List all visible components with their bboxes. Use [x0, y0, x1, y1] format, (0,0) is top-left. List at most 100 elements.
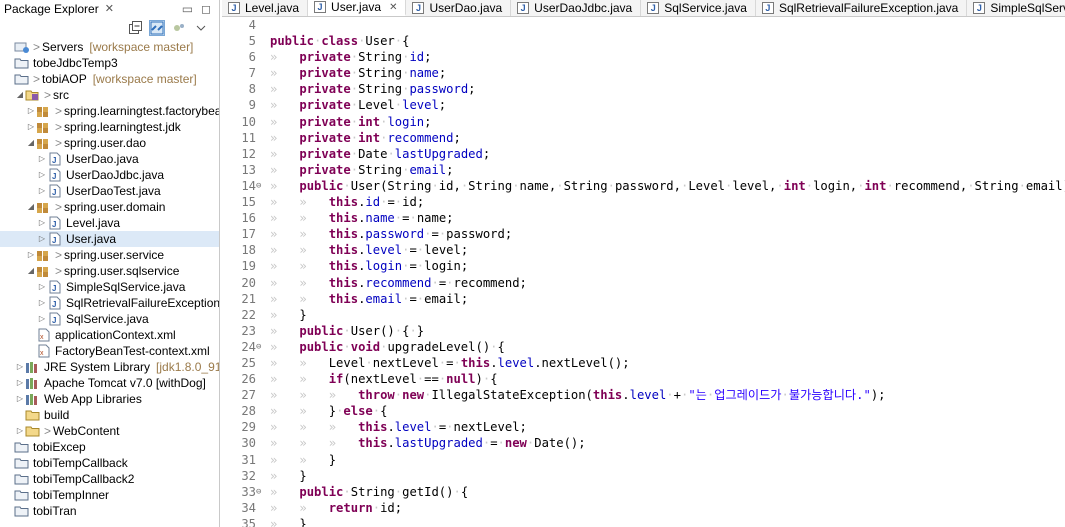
minimize-icon[interactable]: ▭ — [182, 2, 193, 16]
tree-item[interactable]: tobeJdbcTemp3 — [0, 55, 219, 71]
code-area[interactable]: 4 5 public·class·User·{6 » private·String·i… — [222, 17, 1065, 527]
collapsed-twisty-icon[interactable]: ▷ — [15, 359, 25, 375]
view-menu-chevron-down-icon[interactable] — [193, 20, 209, 36]
tree-item[interactable]: ◢ > spring.user.sqlservice — [0, 263, 219, 279]
collapsed-twisty-icon[interactable]: ▷ — [26, 119, 36, 135]
collapsed-twisty-icon[interactable]: ▷ — [26, 103, 36, 119]
collapsed-twisty-icon[interactable]: ▷ — [37, 151, 47, 167]
tree-item[interactable]: ▷ > WebContent — [0, 423, 219, 439]
tree-item[interactable]: x applicationContext.xml — [0, 327, 219, 343]
line-number: 28 — [241, 404, 256, 419]
tree-item[interactable]: ▷ J SqlRetrievalFailureException.java — [0, 295, 219, 311]
svg-text:J: J — [52, 316, 56, 325]
collapsed-twisty-icon[interactable]: ▷ — [37, 295, 47, 311]
tree-item-label: SqlRetrievalFailureException.java — [66, 296, 220, 310]
focus-icon[interactable] — [171, 20, 187, 36]
tree-item[interactable]: ▷ > spring.user.service — [0, 247, 219, 263]
tree-item[interactable]: ◢ > spring.user.domain — [0, 199, 219, 215]
tree-item[interactable]: tobiTempCallback — [0, 455, 219, 471]
tree-item[interactable]: ▷ J Level.java — [0, 215, 219, 231]
expanded-twisty-icon[interactable]: ◢ — [15, 87, 25, 103]
tree-item[interactable]: ◢ > spring.user.dao — [0, 135, 219, 151]
collapsed-twisty-icon[interactable]: ▷ — [37, 231, 47, 247]
tree-item[interactable]: tobiTran — [0, 503, 219, 519]
line-number: 16 — [241, 211, 256, 226]
collapsed-twisty-icon[interactable]: ▷ — [37, 215, 47, 231]
java-file-icon: J — [47, 280, 63, 294]
collapsed-twisty-icon[interactable]: ▷ — [15, 391, 25, 407]
editor-tab[interactable]: J UserDaoJdbc.java — [511, 0, 642, 16]
collapsed-twisty-icon[interactable]: ▷ — [37, 279, 47, 295]
link-with-editor-icon[interactable] — [149, 20, 165, 36]
maximize-icon[interactable]: ◻ — [201, 2, 211, 16]
collapsed-twisty-icon[interactable]: ▷ — [37, 167, 47, 183]
fold-toggle-icon[interactable]: ⊖ — [256, 178, 266, 194]
tree-item[interactable]: tobiTempInner — [0, 487, 219, 503]
tree-item[interactable]: ▷ J SimpleSqlService.java — [0, 279, 219, 295]
fold-toggle-icon[interactable]: ⊖ — [256, 484, 266, 500]
expanded-twisty-icon[interactable]: ◢ — [26, 263, 36, 279]
collapsed-twisty-icon[interactable]: ▷ — [15, 375, 25, 391]
code-text: » } — [270, 307, 307, 322]
java-file-icon: J — [647, 2, 660, 14]
tree-item[interactable]: ▷ J UserDaoJdbc.java — [0, 167, 219, 183]
tree-item[interactable]: x FactoryBeanTest-context.xml — [0, 343, 219, 359]
library-icon — [25, 360, 41, 374]
editor-tab[interactable]: J Level.java — [222, 0, 309, 16]
line-number: 19 — [241, 259, 256, 274]
svg-text:J: J — [52, 236, 56, 245]
tree-item-label: tobiTempCallback — [33, 456, 128, 470]
fold-toggle-icon[interactable]: ⊖ — [256, 339, 266, 355]
line-number: 25 — [241, 355, 256, 370]
tree-item[interactable]: tobiExcep — [0, 439, 219, 455]
tree-item[interactable]: ◢ > src — [0, 87, 219, 103]
tree-item[interactable]: ▷ J UserDaoTest.java — [0, 183, 219, 199]
tree-item[interactable]: build — [0, 407, 219, 423]
view-title[interactable]: Package Explorer — [4, 2, 99, 16]
close-tab-icon[interactable]: ✕ — [389, 2, 397, 13]
editor-tab[interactable]: J UserDao.java — [406, 0, 512, 16]
editor-tab[interactable]: J SqlRetrievalFailureException.java — [756, 0, 968, 16]
collapse-all-icon[interactable] — [127, 20, 143, 36]
editor-tab[interactable]: J SqlService.java — [641, 0, 756, 16]
tree-item[interactable]: tobiTempCallback2 — [0, 471, 219, 487]
tree-item[interactable]: ▷ JRE System Library [jdk1.8.0_91] — [0, 359, 219, 375]
tree-item[interactable]: > Servers [workspace master] — [0, 39, 219, 55]
tree-item[interactable]: ▷ Apache Tomcat v7.0 [withDog] — [0, 375, 219, 391]
collapsed-twisty-icon[interactable]: ▷ — [26, 247, 36, 263]
expanded-twisty-icon[interactable]: ◢ — [26, 135, 36, 151]
tree-item[interactable]: > tobiAOP [workspace master] — [0, 71, 219, 87]
tree-item-label: build — [44, 408, 70, 422]
explorer-toolbar — [0, 17, 219, 39]
collapsed-twisty-icon[interactable]: ▷ — [37, 311, 47, 327]
code-text: » public·User(String·id,·String·name,·St… — [270, 178, 1065, 193]
code-line: 29 » » » this.level·=·nextLevel; — [222, 419, 1065, 435]
code-line: 7 » private·String·name; — [222, 65, 1065, 81]
expanded-twisty-icon[interactable]: ◢ — [26, 199, 36, 215]
java-file-icon: J — [47, 232, 63, 246]
tree-item-annotation: [workspace master] — [92, 72, 197, 86]
tree-item-annotation: [workspace master] — [89, 40, 194, 54]
collapsed-twisty-icon[interactable]: ▷ — [37, 183, 47, 199]
tree-item[interactable]: ▷ J UserDao.java — [0, 151, 219, 167]
tree-item-annotation: [jdk1.8.0_91] — [156, 360, 220, 374]
tree-item-label: Servers — [42, 40, 84, 54]
editor-tab[interactable]: J User.java ✕ — [308, 0, 407, 16]
tree-item[interactable]: ▷ > spring.learningtest.jdk — [0, 119, 219, 135]
tree-item[interactable]: ▷ J User.java — [0, 231, 219, 247]
editor-tab[interactable]: J SimpleSqlService.ja — [967, 0, 1065, 16]
code-line: 28 » » }·else·{ — [222, 403, 1065, 419]
tree-item[interactable]: ▷ Web App Libraries — [0, 391, 219, 407]
collapsed-twisty-icon[interactable]: ▷ — [15, 423, 25, 439]
tree-item[interactable]: ▷ J SqlService.java — [0, 311, 219, 327]
project-tree: > Servers [workspace master] tobeJdbcTemp3… — [0, 39, 219, 519]
line-number: 13 — [241, 162, 256, 177]
tree-item-label: WebContent — [53, 424, 120, 438]
tree-item[interactable]: ▷ > spring.learningtest.factorybean — [0, 103, 219, 119]
close-view-icon[interactable]: ✕ — [105, 2, 114, 15]
code-text: » private·String·id; — [270, 50, 432, 65]
